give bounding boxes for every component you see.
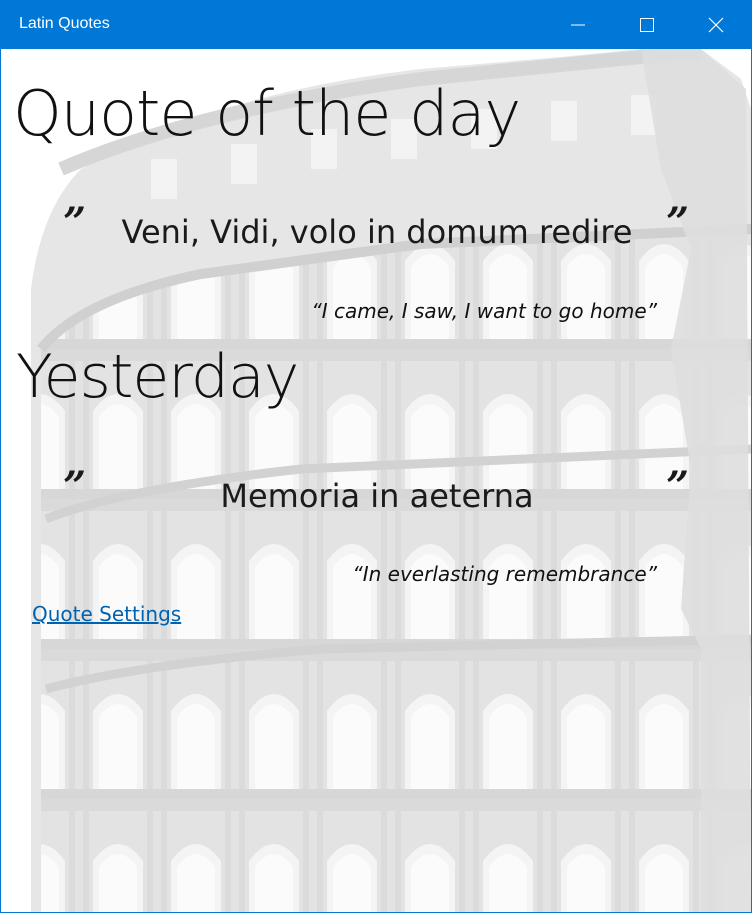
close-button[interactable] <box>681 1 750 49</box>
quote-settings-link[interactable]: Quote Settings <box>32 602 181 626</box>
today-latin-quote: Veni, Vidi, volo in domum redire <box>121 213 633 251</box>
title-bar[interactable]: Latin Quotes <box>1 1 751 49</box>
maximize-icon <box>640 18 654 32</box>
today-heading: Quote of the day <box>13 77 521 150</box>
yesterday-open-quote-icon: ” <box>63 463 87 510</box>
main-content: Quote of the day ” Veni, Vidi, volo in d… <box>1 49 751 912</box>
maximize-button[interactable] <box>612 1 681 49</box>
minimize-button[interactable] <box>543 1 612 49</box>
today-close-quote-icon: ” <box>666 199 690 246</box>
close-icon <box>708 17 724 33</box>
yesterday-close-quote-icon: ” <box>666 463 690 510</box>
yesterday-translation: “In everlasting remembrance” <box>352 562 657 586</box>
today-open-quote-icon: ” <box>63 199 87 246</box>
yesterday-heading: Yesterday <box>16 342 299 412</box>
minimize-icon <box>571 24 585 26</box>
yesterday-latin-quote: Memoria in aeterna <box>220 477 534 515</box>
app-window: Latin Quotes Quote of the day ” Veni, Vi… <box>0 0 752 913</box>
window-title: Latin Quotes <box>19 15 110 32</box>
today-translation: “I came, I saw, I want to go home” <box>311 299 657 323</box>
